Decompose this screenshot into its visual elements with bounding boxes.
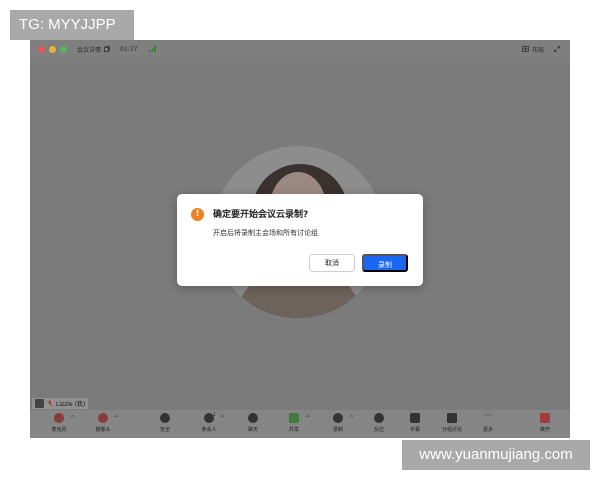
warning-icon: ! [191,208,204,221]
camera-off-icon [98,413,108,423]
close-window-icon[interactable] [38,45,45,53]
toolbar-chat-label: 聊天 [247,427,258,433]
caption-icon [410,413,420,423]
layout-button[interactable]: 布局 [522,45,544,54]
share-options-chevron-icon[interactable]: ^ [305,415,310,422]
smiley-icon [374,413,384,423]
shield-icon [160,413,170,423]
toolbar-mic-label: 麦克风 [51,427,67,433]
toolbar-participants-button[interactable]: 参会人 1 ^ [192,412,226,433]
breakout-grid-icon [447,413,457,423]
watermark-top: TG: MYYJJPP [10,10,134,40]
toolbar-chat-button[interactable]: 聊天 [236,413,270,433]
toolbar-share-label: 共享 [288,427,299,433]
record-confirm-dialog: ! 确定要开始会议云录制? 开启后将录制主会场和所有讨论组 取消 录制 [177,194,423,286]
title-bar: 会议详情 01:37 布局 [30,40,570,58]
toolbar-leave-label: 离开 [539,427,550,433]
toolbar-record-label: 录制 [332,427,343,433]
minimize-window-icon[interactable] [49,45,56,53]
toolbar-breakout-label: 分组讨论 [441,427,462,433]
leave-phone-icon [540,413,550,423]
maximize-window-icon[interactable] [60,45,67,53]
toolbar-caption-label: 字幕 [409,427,420,433]
chat-bubble-icon [248,413,258,423]
participant-count: 1 [213,412,217,418]
meeting-info-label: 会议详情 [77,46,102,54]
record-icon [333,413,343,423]
toolbar-reaction-label: 反应 [373,427,384,433]
toolbar-camera-label: 摄像头 [95,427,111,433]
fullscreen-icon[interactable] [554,46,560,52]
page: TG: MYYJJPP 会议详情 01:37 布局 Lizzie (我) 麦克风… [0,0,600,480]
user-avatar-icon [35,399,44,408]
record-options-chevron-icon[interactable]: ^ [349,415,354,422]
watermark-bottom: www.yuanmujiang.com [402,440,590,470]
layout-label: 布局 [531,46,544,54]
dialog-message: 开启后将录制主会场和所有讨论组 [213,229,318,237]
toolbar-participants-label: 参会人 [201,427,217,433]
toolbar-reaction-button[interactable]: 反应 [362,413,396,433]
toolbar-mic-button[interactable]: 麦克风 ^ [42,413,76,433]
signal-strength-icon [149,46,156,52]
muted-mic-icon [47,400,53,407]
toolbar-security-label: 安全 [159,427,170,433]
copy-icon [104,46,110,52]
toolbar-breakout-button[interactable]: 分组讨论 [435,413,469,433]
mic-muted-icon [54,413,64,423]
cancel-button[interactable]: 取消 [309,254,355,272]
participant-name: Lizzie (我) [56,401,86,408]
toolbar-camera-button[interactable]: 摄像头 ^ [86,413,120,433]
meeting-toolbar: 麦克风 ^ 摄像头 ^ 安全 参会人 1 ^ 聊天 共享 ^ 录制 ^ 反应 字… [30,410,570,438]
dialog-title: 确定要开始会议云录制? [213,210,309,220]
share-screen-icon [289,413,299,423]
mic-options-chevron-icon[interactable]: ^ [70,415,75,422]
toolbar-share-button[interactable]: 共享 ^ [277,413,311,433]
layout-grid-icon [522,46,529,52]
meeting-info-button[interactable]: 会议详情 [77,45,110,54]
toolbar-caption-button[interactable]: 字幕 [398,413,432,433]
toolbar-record-button[interactable]: 录制 ^ [321,413,355,433]
toolbar-security-button[interactable]: 安全 [148,413,182,433]
toolbar-more-button[interactable]: ··· 更多 [471,411,505,434]
participant-name-tag: Lizzie (我) [32,398,89,409]
meeting-timer: 01:37 [120,45,138,53]
more-dots-icon: ··· [484,411,492,420]
record-button[interactable]: 录制 [362,254,408,272]
toolbar-leave-button[interactable]: 离开 [528,413,562,433]
camera-options-chevron-icon[interactable]: ^ [114,415,119,422]
toolbar-more-label: 更多 [482,427,493,433]
participants-options-chevron-icon[interactable]: ^ [220,415,225,422]
